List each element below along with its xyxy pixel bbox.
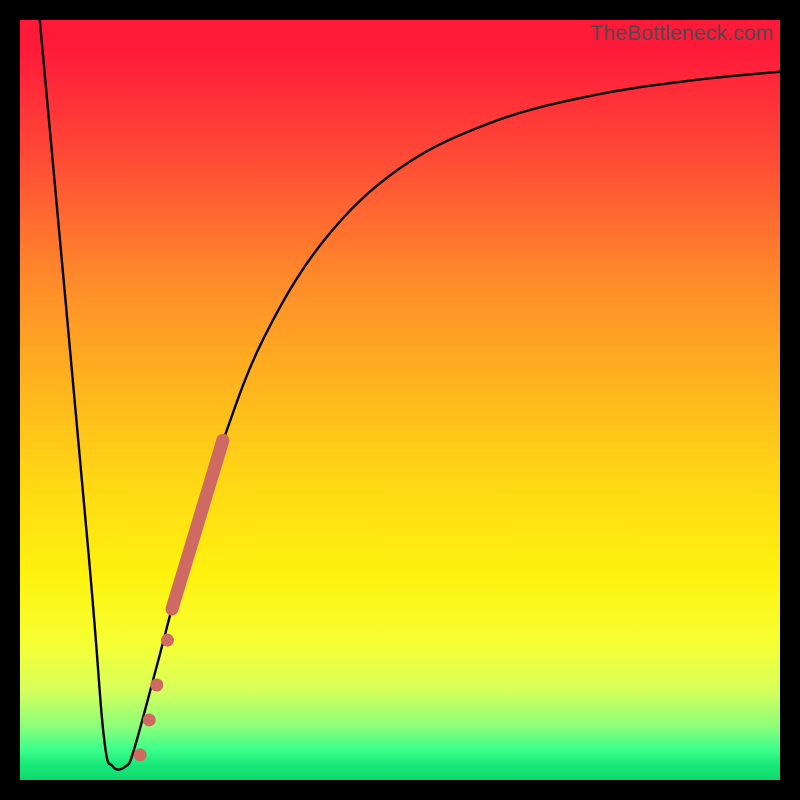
dot-marker xyxy=(150,679,163,692)
chart-svg xyxy=(20,20,780,780)
plot-area: TheBottleneck.com xyxy=(20,20,780,780)
highlight-band xyxy=(172,440,223,609)
dot-marker xyxy=(143,713,156,726)
dot-markers xyxy=(134,634,174,762)
curve-line xyxy=(40,20,780,770)
dot-marker xyxy=(161,634,174,647)
dot-marker xyxy=(134,748,147,761)
chart-frame: TheBottleneck.com xyxy=(0,0,800,800)
